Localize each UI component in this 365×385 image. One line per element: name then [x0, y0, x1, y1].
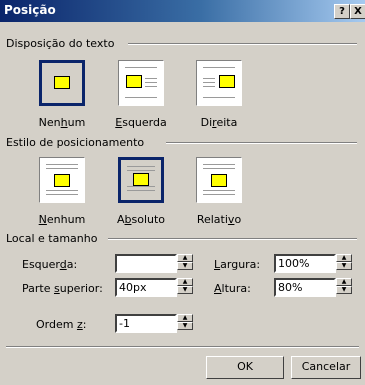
zorder-label: Ordem z: — [36, 318, 87, 331]
text-layout-right-option[interactable]: Direita — [189, 60, 249, 129]
spin-down-icon[interactable]: ▼ — [177, 286, 193, 294]
size-group-label: Local e tamanho — [6, 232, 98, 245]
spin-up-icon[interactable]: ▲ — [336, 278, 352, 286]
spin-down-icon[interactable]: ▼ — [336, 286, 352, 294]
positioning-group-label: Estilo de posicionamento — [6, 136, 145, 149]
image-icon — [133, 173, 149, 186]
width-input[interactable]: 100% — [274, 254, 336, 273]
image-icon — [219, 75, 235, 88]
positioning-absolute-option[interactable]: Absoluto — [111, 157, 171, 226]
spin-down-icon[interactable]: ▼ — [177, 262, 193, 270]
text-layout-left-option[interactable]: Esquerda — [111, 60, 171, 129]
width-label: Largura: — [214, 258, 261, 271]
spin-down-icon[interactable]: ▼ — [336, 262, 352, 270]
close-button[interactable]: X — [350, 4, 365, 19]
text-layout-none-label: Nenhum — [38, 116, 86, 129]
group-divider — [128, 43, 357, 45]
text-layout-right-label: Direita — [200, 116, 238, 129]
positioning-none-option[interactable]: Nenhum — [32, 157, 92, 226]
group-divider — [166, 142, 357, 144]
image-icon — [54, 76, 70, 89]
zorder-spinner[interactable]: ▲ ▼ — [177, 314, 193, 333]
spin-up-icon[interactable]: ▲ — [177, 278, 193, 286]
footer-separator — [6, 346, 359, 348]
text-layout-left-label: Esquerda — [115, 116, 167, 129]
title-bar[interactable]: Posição ? X — [0, 0, 365, 22]
text-layout-group-label: Disposição do texto — [6, 37, 115, 50]
zorder-input[interactable]: -1 — [115, 314, 177, 333]
left-spinner[interactable]: ▲ ▼ — [177, 254, 193, 273]
height-spinner[interactable]: ▲ ▼ — [336, 278, 352, 297]
dialog-title: Posição — [4, 3, 56, 17]
height-label: Altura: — [214, 282, 251, 295]
text-layout-none-tile[interactable] — [39, 60, 85, 106]
spin-up-icon[interactable]: ▲ — [177, 254, 193, 262]
positioning-relative-label: Relativo — [196, 213, 242, 226]
top-label: Parte superior: — [22, 282, 103, 295]
text-layout-none-option[interactable]: Nenhum — [32, 60, 92, 129]
top-spinner[interactable]: ▲ ▼ — [177, 278, 193, 297]
width-spinner[interactable]: ▲ ▼ — [336, 254, 352, 273]
text-layout-left-tile[interactable] — [118, 60, 164, 106]
spin-down-icon[interactable]: ▼ — [177, 322, 193, 330]
positioning-none-label: Nenhum — [38, 213, 86, 226]
image-icon — [211, 174, 227, 187]
text-layout-right-tile[interactable] — [196, 60, 242, 106]
ok-button[interactable]: OK — [206, 356, 284, 379]
positioning-none-tile[interactable] — [39, 157, 85, 203]
positioning-absolute-label: Absoluto — [116, 213, 166, 226]
positioning-relative-option[interactable]: Relativo — [189, 157, 249, 226]
top-input[interactable]: 40px — [115, 278, 177, 297]
group-divider — [108, 238, 357, 240]
help-button[interactable]: ? — [334, 4, 350, 19]
left-input[interactable] — [115, 254, 177, 273]
positioning-relative-tile[interactable] — [196, 157, 242, 203]
positioning-absolute-tile[interactable] — [118, 157, 164, 203]
cancel-button[interactable]: Cancelar — [291, 356, 361, 379]
spin-up-icon[interactable]: ▲ — [336, 254, 352, 262]
spin-up-icon[interactable]: ▲ — [177, 314, 193, 322]
position-dialog: Posição ? X Disposição do texto Nenhum E… — [0, 0, 365, 385]
image-icon — [126, 75, 142, 88]
height-input[interactable]: 80% — [274, 278, 336, 297]
image-icon — [54, 174, 70, 187]
left-label: Esquerda: — [22, 258, 78, 271]
